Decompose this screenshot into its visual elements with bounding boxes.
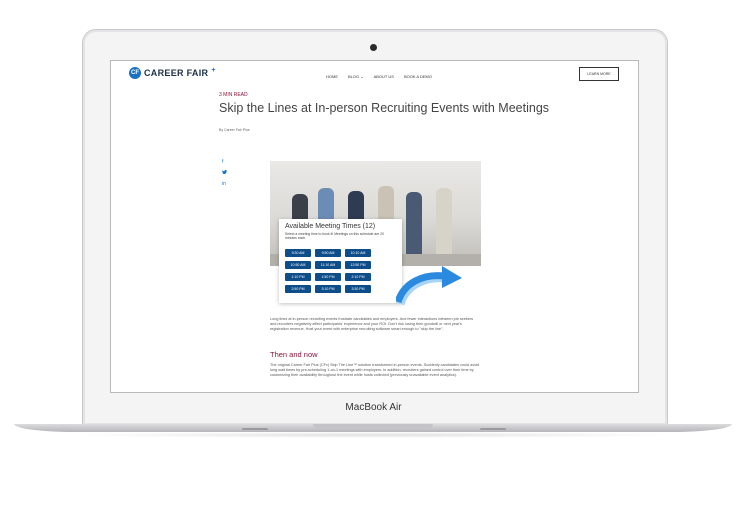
time-slot-button[interactable]: 3:30 PM: [345, 285, 371, 293]
screen: CF CAREER FAIR + HOME BLOG ⌄ ABOUT US BO…: [110, 60, 639, 393]
nav-about-us[interactable]: ABOUT US: [374, 74, 394, 79]
time-slot-button[interactable]: 9:30 AM: [285, 249, 311, 257]
time-slot-button[interactable]: 2:50 PM: [285, 285, 311, 293]
time-slot-button[interactable]: 10:50 AM: [285, 261, 311, 269]
article-byline: By Career Fair Plus: [219, 128, 250, 132]
logo-mark: CF: [129, 67, 141, 79]
logo-plus: +: [211, 66, 216, 74]
time-slot-button[interactable]: 12:50 PM: [345, 261, 371, 269]
article-title: Skip the Lines at In-person Recruiting E…: [219, 101, 550, 115]
read-time: 3 MIN READ: [219, 92, 248, 98]
intro-paragraph: Long lines at in-person recruiting event…: [270, 317, 474, 331]
time-slot-button[interactable]: 11:10 AM: [315, 261, 341, 269]
time-slot-button[interactable]: 1:50 PM: [315, 273, 341, 281]
section-heading: Then and now: [270, 350, 318, 359]
nav-home[interactable]: HOME: [326, 74, 338, 79]
device-label: MacBook Air: [345, 402, 402, 413]
main-menu: HOME BLOG ⌄ ABOUT US BOOK A DEMO: [326, 74, 432, 79]
meeting-times-card: Available Meeting Times (12) Select a me…: [279, 219, 402, 303]
nav-blog[interactable]: BLOG ⌄: [348, 74, 364, 79]
facebook-icon[interactable]: f: [222, 159, 223, 165]
time-slot-button[interactable]: 1:10 PM: [285, 273, 311, 281]
nav-book-demo[interactable]: BOOK A DEMO: [404, 74, 432, 79]
time-slot-grid: 9:30 AM 9:50 AM 10:10 AM 10:50 AM 11:10 …: [285, 249, 371, 293]
laptop-foot: [480, 428, 506, 430]
camera-icon: [370, 44, 377, 51]
site-header: CF CAREER FAIR + HOME BLOG ⌄ ABOUT US BO…: [111, 61, 638, 89]
time-slot-button[interactable]: 3:10 PM: [315, 285, 341, 293]
site-logo[interactable]: CF CAREER FAIR +: [129, 67, 215, 79]
learn-more-button[interactable]: LEARN MORE: [579, 67, 619, 81]
logo-text: CAREER FAIR: [144, 68, 209, 78]
body-paragraph: The original Career Fair Plus (CFx) Skip…: [270, 363, 480, 377]
time-slot-button[interactable]: 10:10 AM: [345, 249, 371, 257]
laptop-shadow: [60, 432, 688, 438]
linkedin-icon[interactable]: in: [222, 181, 226, 187]
time-slot-button[interactable]: 9:50 AM: [315, 249, 341, 257]
twitter-icon[interactable]: [222, 170, 227, 176]
card-title: Available Meeting Times (12): [285, 223, 376, 230]
laptop-foot: [242, 428, 268, 430]
card-description: Select a meeting time to book it! Meetin…: [285, 232, 384, 241]
laptop-notch: [313, 424, 433, 428]
time-slot-button[interactable]: 2:10 PM: [345, 273, 371, 281]
curved-arrow-icon: [396, 266, 462, 306]
